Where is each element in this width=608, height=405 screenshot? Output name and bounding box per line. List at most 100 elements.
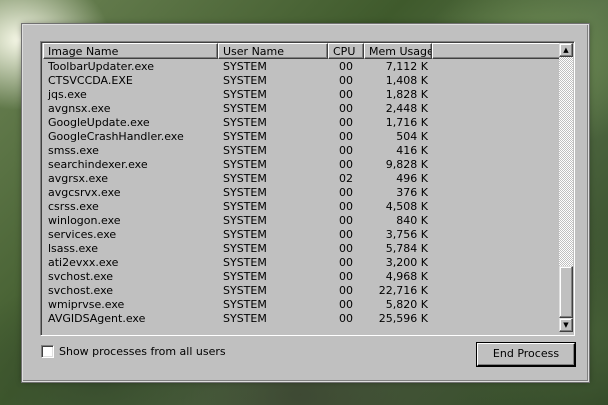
user-name-cell: SYSTEM <box>223 144 267 157</box>
process-name-cell: AVGIDSAgent.exe <box>48 312 146 325</box>
vertical-scrollbar[interactable]: ▲ ▼ <box>559 43 573 332</box>
column-header-image-name[interactable]: Image Name <box>43 43 218 59</box>
cpu-cell: 00 <box>339 88 353 101</box>
show-all-processes-option[interactable]: Show processes from all users <box>41 345 226 358</box>
table-row[interactable]: csrss.exe SYSTEM 00 4,508 K <box>43 200 558 214</box>
user-name-cell: SYSTEM <box>223 298 267 311</box>
cpu-cell: 00 <box>339 228 353 241</box>
table-row[interactable]: svchost.exe SYSTEM 00 22,716 K <box>43 284 558 298</box>
process-name-cell: smss.exe <box>48 144 99 157</box>
user-name-cell: SYSTEM <box>223 312 267 325</box>
user-name-cell: SYSTEM <box>223 88 267 101</box>
user-name-cell: SYSTEM <box>223 256 267 269</box>
table-row[interactable]: ToolbarUpdater.exe SYSTEM 00 7,112 K <box>43 60 558 74</box>
process-name-cell: jqs.exe <box>48 88 87 101</box>
column-header-mem-usage[interactable]: Mem Usage <box>364 43 432 59</box>
process-list[interactable]: Image Name User Name CPU Mem Usage Toolb… <box>40 41 575 336</box>
scroll-up-button[interactable]: ▲ <box>559 43 573 57</box>
mem-usage-cell: 5,820 K <box>385 298 428 311</box>
process-name-cell: lsass.exe <box>48 242 98 255</box>
cpu-cell: 00 <box>339 200 353 213</box>
process-name-cell: csrss.exe <box>48 200 99 213</box>
table-row[interactable]: jqs.exe SYSTEM 00 1,828 K <box>43 88 558 102</box>
mem-usage-cell: 504 K <box>396 130 428 143</box>
table-row[interactable]: avgcsrvx.exe SYSTEM 00 376 K <box>43 186 558 200</box>
user-name-cell: SYSTEM <box>223 228 267 241</box>
mem-usage-cell: 376 K <box>396 186 428 199</box>
cpu-cell: 00 <box>339 74 353 87</box>
table-row[interactable]: AVGIDSAgent.exe SYSTEM 00 25,596 K <box>43 312 558 326</box>
process-name-cell: avgcsrvx.exe <box>48 186 121 199</box>
cpu-cell: 00 <box>339 284 353 297</box>
mem-usage-cell: 1,828 K <box>385 88 428 101</box>
mem-usage-cell: 1,408 K <box>385 74 428 87</box>
table-row[interactable]: searchindexer.exe SYSTEM 00 9,828 K <box>43 158 558 172</box>
user-name-cell: SYSTEM <box>223 74 267 87</box>
table-row[interactable]: GoogleCrashHandler.exe SYSTEM 00 504 K <box>43 130 558 144</box>
column-header-cpu[interactable]: CPU <box>328 43 364 59</box>
mem-usage-cell: 25,596 K <box>378 312 428 325</box>
process-name-cell: winlogon.exe <box>48 214 121 227</box>
mem-usage-cell: 1,716 K <box>385 116 428 129</box>
scrollbar-thumb[interactable] <box>559 266 573 318</box>
user-name-cell: SYSTEM <box>223 242 267 255</box>
process-name-cell: GoogleUpdate.exe <box>48 116 150 129</box>
mem-usage-cell: 22,716 K <box>378 284 428 297</box>
table-row[interactable]: ati2evxx.exe SYSTEM 00 3,200 K <box>43 256 558 270</box>
mem-usage-cell: 9,828 K <box>385 158 428 171</box>
table-row[interactable]: services.exe SYSTEM 00 3,756 K <box>43 228 558 242</box>
cpu-cell: 00 <box>339 102 353 115</box>
column-header-row: Image Name User Name CPU Mem Usage <box>43 43 563 60</box>
table-row[interactable]: avgnsx.exe SYSTEM 00 2,448 K <box>43 102 558 116</box>
user-name-cell: SYSTEM <box>223 60 267 73</box>
cpu-cell: 02 <box>339 172 353 185</box>
cpu-cell: 00 <box>339 60 353 73</box>
table-row[interactable]: svchost.exe SYSTEM 00 4,968 K <box>43 270 558 284</box>
cpu-cell: 00 <box>339 270 353 283</box>
process-rows: ToolbarUpdater.exe SYSTEM 00 7,112 K CTSVCCD… <box>43 60 558 326</box>
table-row[interactable]: avgrsx.exe SYSTEM 02 496 K <box>43 172 558 186</box>
table-row[interactable]: GoogleUpdate.exe SYSTEM 00 1,716 K <box>43 116 558 130</box>
scrollbar-track-upper[interactable] <box>559 57 573 267</box>
mem-usage-cell: 496 K <box>396 172 428 185</box>
show-all-processes-label: Show processes from all users <box>59 345 226 358</box>
cpu-cell: 00 <box>339 298 353 311</box>
mem-usage-cell: 7,112 K <box>385 60 428 73</box>
mem-usage-cell: 416 K <box>396 144 428 157</box>
arrow-down-icon: ▼ <box>563 321 569 329</box>
user-name-cell: SYSTEM <box>223 130 267 143</box>
process-name-cell: wmiprvse.exe <box>48 298 125 311</box>
cpu-cell: 00 <box>339 242 353 255</box>
user-name-cell: SYSTEM <box>223 270 267 283</box>
mem-usage-cell: 4,968 K <box>385 270 428 283</box>
column-header-empty <box>432 43 563 59</box>
user-name-cell: SYSTEM <box>223 172 267 185</box>
table-row[interactable]: wmiprvse.exe SYSTEM 00 5,820 K <box>43 298 558 312</box>
process-name-cell: svchost.exe <box>48 270 114 283</box>
column-header-user-name[interactable]: User Name <box>218 43 328 59</box>
process-name-cell: services.exe <box>48 228 117 241</box>
scroll-down-button[interactable]: ▼ <box>559 318 573 332</box>
cpu-cell: 00 <box>339 158 353 171</box>
table-row[interactable]: smss.exe SYSTEM 00 416 K <box>43 144 558 158</box>
arrow-up-icon: ▲ <box>563 46 569 54</box>
cpu-cell: 00 <box>339 144 353 157</box>
mem-usage-cell: 3,200 K <box>385 256 428 269</box>
show-all-processes-checkbox[interactable] <box>41 345 54 358</box>
table-row[interactable]: lsass.exe SYSTEM 00 5,784 K <box>43 242 558 256</box>
mem-usage-cell: 5,784 K <box>385 242 428 255</box>
table-row[interactable]: winlogon.exe SYSTEM 00 840 K <box>43 214 558 228</box>
cpu-cell: 00 <box>339 116 353 129</box>
cpu-cell: 00 <box>339 130 353 143</box>
user-name-cell: SYSTEM <box>223 116 267 129</box>
user-name-cell: SYSTEM <box>223 214 267 227</box>
process-name-cell: ToolbarUpdater.exe <box>48 60 154 73</box>
process-name-cell: avgrsx.exe <box>48 172 109 185</box>
process-name-cell: CTSVCCDA.EXE <box>48 74 133 87</box>
cpu-cell: 00 <box>339 312 353 325</box>
mem-usage-cell: 840 K <box>396 214 428 227</box>
cpu-cell: 00 <box>339 256 353 269</box>
mem-usage-cell: 4,508 K <box>385 200 428 213</box>
end-process-button[interactable]: End Process <box>477 343 575 366</box>
table-row[interactable]: CTSVCCDA.EXE SYSTEM 00 1,408 K <box>43 74 558 88</box>
